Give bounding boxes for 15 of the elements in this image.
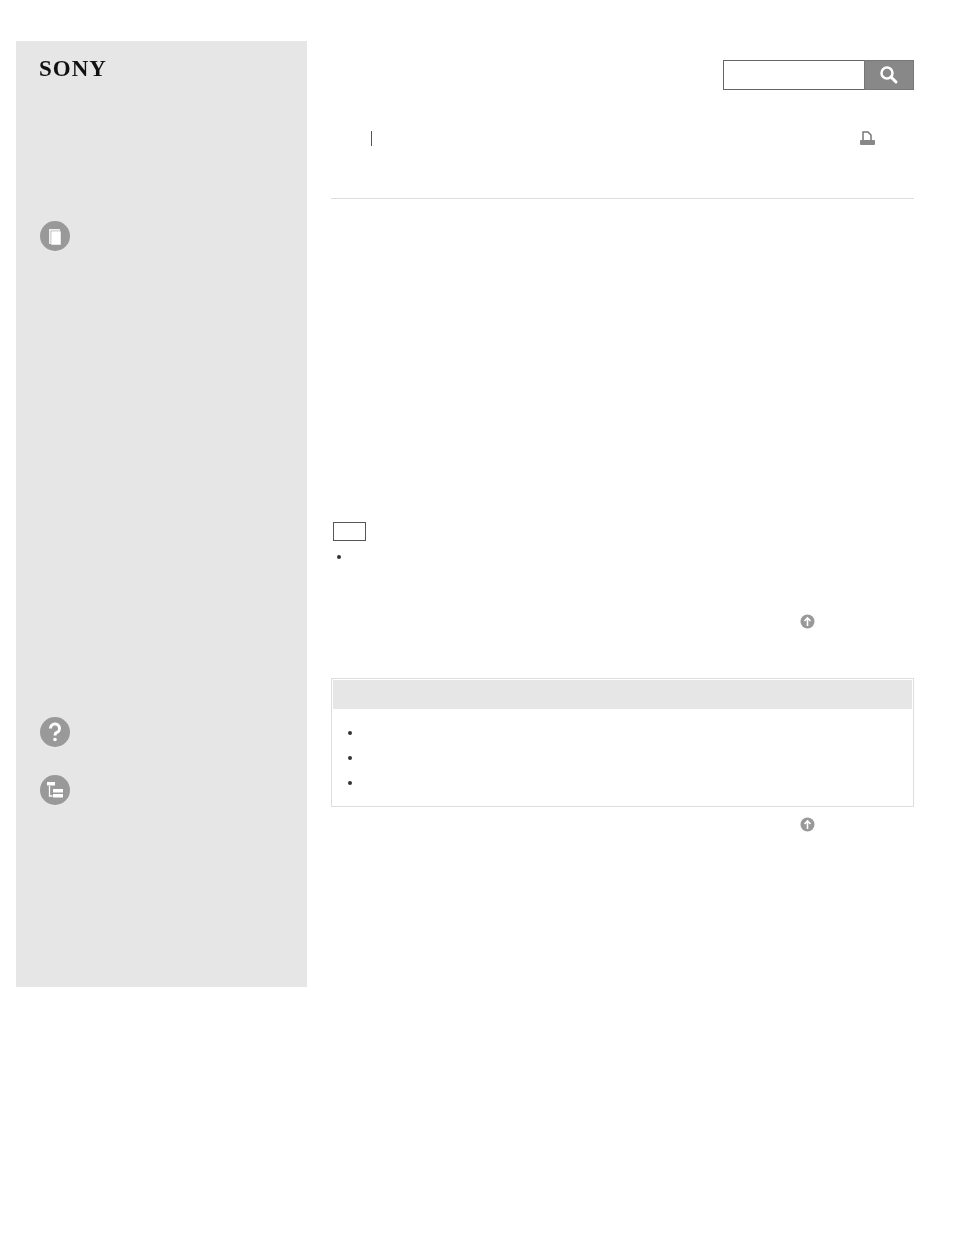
bullet-dot <box>337 555 341 559</box>
bullet-dot <box>348 781 352 785</box>
book-icon[interactable] <box>39 220 71 252</box>
brand-logo[interactable]: SONY <box>39 57 107 81</box>
note-label <box>333 522 366 541</box>
print-icon[interactable] <box>859 130 876 146</box>
search-button[interactable] <box>864 60 914 90</box>
bullet-dot <box>348 731 352 735</box>
help-icon[interactable] <box>39 716 71 748</box>
search-icon <box>879 65 899 85</box>
search-field[interactable] <box>723 60 864 90</box>
back-to-top-icon[interactable] <box>800 614 815 629</box>
bullet-dot <box>348 756 352 760</box>
sitemap-icon[interactable] <box>39 774 71 806</box>
back-to-top-icon[interactable] <box>800 817 815 832</box>
